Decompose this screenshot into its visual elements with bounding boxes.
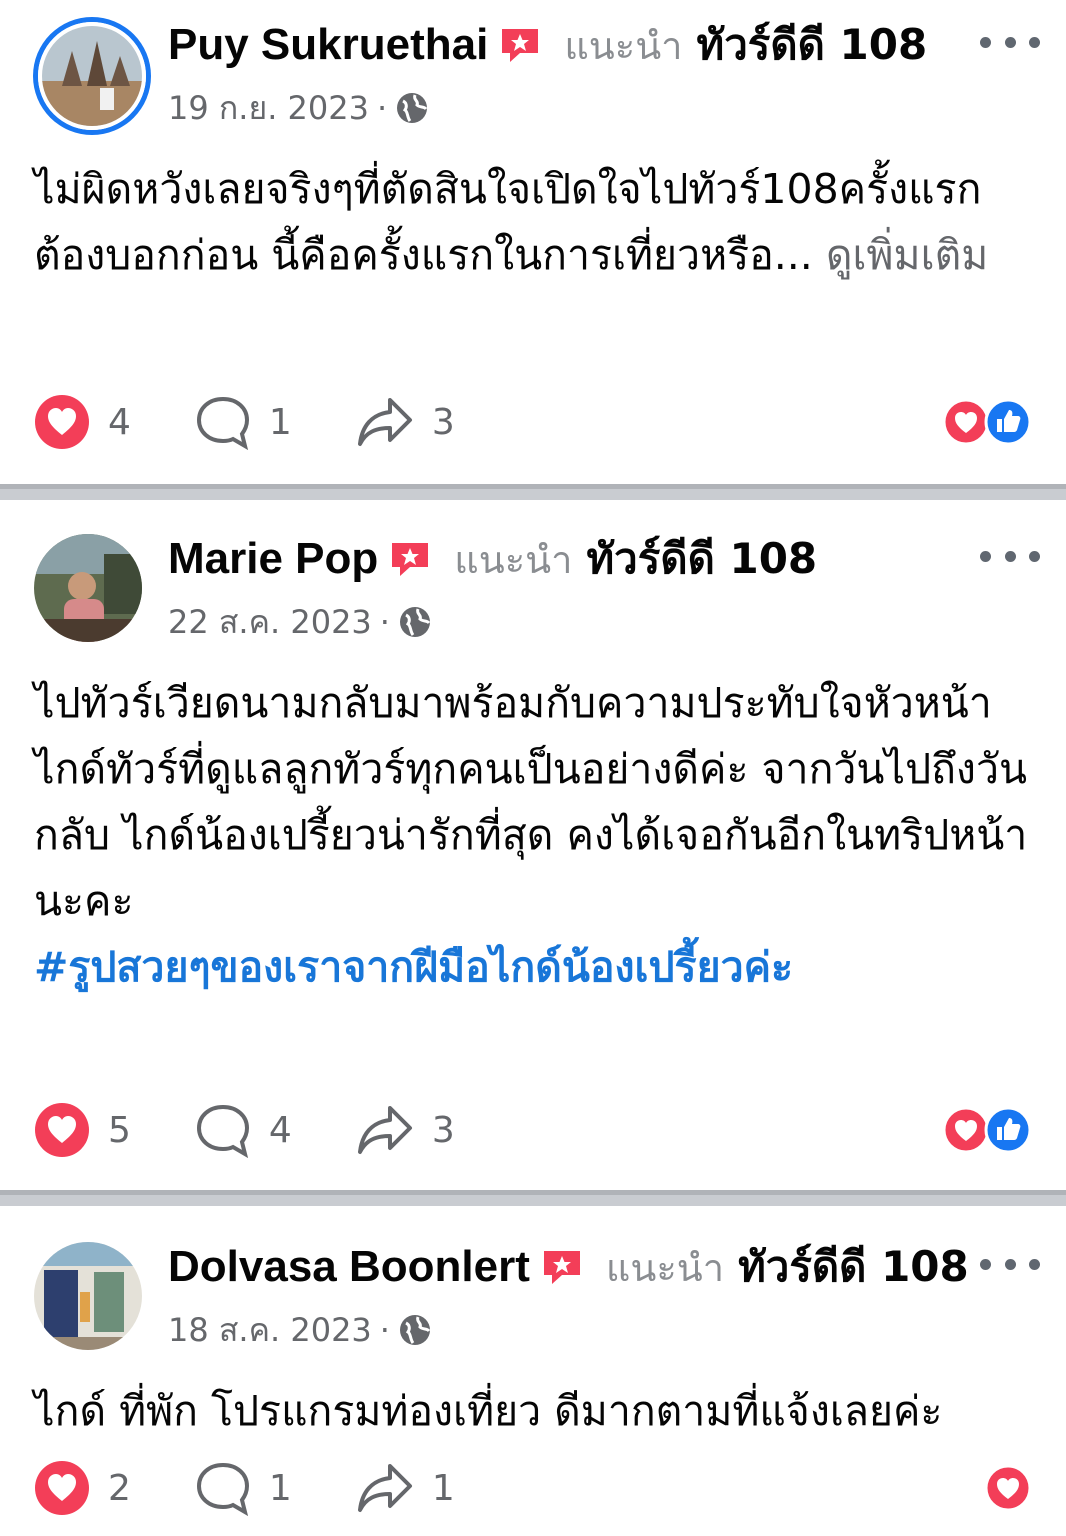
like-count: 4	[108, 401, 131, 443]
globe-icon	[397, 93, 428, 123]
page-name[interactable]: ทัวร์ดีดี 108	[697, 12, 928, 78]
love-reaction-icon	[942, 1106, 990, 1154]
meta-separator: ·	[379, 1311, 390, 1349]
meta-separator: ·	[376, 89, 388, 127]
more-icon[interactable]	[980, 546, 1040, 566]
author-name[interactable]: Marie Pop	[168, 534, 378, 584]
reaction-summary[interactable]	[942, 397, 1032, 447]
more-icon[interactable]	[980, 32, 1040, 52]
post-date[interactable]: 18 ส.ค. 2023	[168, 1305, 372, 1356]
comment-icon	[196, 1462, 249, 1516]
see-more-link[interactable]: ดูเพิ่มเติม	[826, 231, 988, 279]
comment-button[interactable]: 1	[195, 394, 292, 450]
post-divider	[0, 1190, 1066, 1206]
share-icon	[357, 1106, 412, 1154]
post-1: Puy Sukruethai แนะนำ ทัวร์ดีดี 108 19 ก.…	[0, 0, 1066, 484]
share-count: 1	[431, 1467, 455, 1509]
avatar[interactable]	[38, 22, 146, 130]
reaction-summary[interactable]	[984, 1463, 1032, 1513]
like-button[interactable]: 4	[34, 394, 131, 450]
love-reaction-icon	[984, 1464, 1032, 1512]
comment-count: 4	[268, 1109, 292, 1151]
post-date[interactable]: 22 ส.ค. 2023	[168, 597, 372, 648]
globe-icon	[399, 607, 431, 637]
comment-count: 1	[268, 1467, 292, 1509]
avatar[interactable]	[34, 534, 142, 642]
author-name[interactable]: Puy Sukruethai	[168, 20, 488, 70]
love-reaction-icon	[942, 398, 990, 446]
post-date[interactable]: 19 ก.ย. 2023	[168, 83, 369, 134]
share-count: 3	[431, 401, 455, 443]
avatar-photo	[42, 26, 142, 126]
avatar-photo	[34, 1242, 142, 1350]
meta-separator: ·	[379, 603, 390, 641]
share-button[interactable]: 1	[356, 1460, 455, 1516]
comment-button[interactable]: 1	[195, 1460, 292, 1516]
post-text: ไปทัวร์เวียดนามกลับมาพร้อมกับความประทับใ…	[34, 670, 1044, 1000]
avatar[interactable]	[34, 1242, 142, 1350]
reaction-summary[interactable]	[942, 1105, 1032, 1155]
post-2: Marie Pop แนะนำ ทัวร์ดีดี 108 22 ส.ค. 20…	[0, 500, 1066, 1190]
page-name[interactable]: ทัวร์ดีดี 108	[586, 526, 817, 592]
share-icon	[357, 398, 412, 446]
recommend-label: แนะนำ	[605, 1245, 725, 1290]
author-name[interactable]: Dolvasa Boonlert	[168, 1242, 530, 1292]
post-3: Dolvasa Boonlert แนะนำ ทัวร์ดีดี 108 18 …	[0, 1206, 1066, 1536]
like-button[interactable]: 5	[34, 1102, 131, 1158]
heart-icon	[35, 1461, 89, 1515]
like-reaction-icon	[984, 398, 1032, 446]
more-icon[interactable]	[980, 1254, 1040, 1274]
share-icon	[357, 1464, 412, 1512]
heart-icon	[35, 395, 89, 449]
heart-icon	[35, 1103, 89, 1157]
post-divider	[0, 484, 1066, 500]
recommend-label: แนะนำ	[564, 23, 683, 68]
hashtag-link[interactable]: #รูปสวยๆของเราจากฝีมือไกด์น้องเปรี้ยวค่ะ	[34, 934, 1044, 1000]
recommend-label: แนะนำ	[454, 537, 573, 582]
like-button[interactable]: 2	[34, 1460, 131, 1516]
comment-count: 1	[268, 401, 292, 443]
like-count: 5	[108, 1109, 131, 1151]
comment-button[interactable]: 4	[195, 1102, 292, 1158]
share-button[interactable]: 3	[356, 1102, 455, 1158]
recommend-badge-icon	[502, 29, 539, 62]
like-count: 2	[108, 1467, 131, 1509]
globe-icon	[399, 1315, 431, 1345]
recommend-badge-icon	[392, 543, 429, 576]
share-count: 3	[431, 1109, 455, 1151]
recommend-badge-icon	[543, 1251, 580, 1284]
share-button[interactable]: 3	[356, 394, 455, 450]
comment-icon	[196, 1104, 249, 1158]
post-text: ไม่ผิดหวังเลยจริงๆที่ตัดสินใจเปิดใจไปทัว…	[34, 165, 989, 279]
comment-icon	[196, 396, 249, 450]
page-name[interactable]: ทัวร์ดีดี 108	[738, 1234, 969, 1300]
like-reaction-icon	[984, 1106, 1032, 1154]
avatar-photo	[34, 534, 142, 642]
post-text: ไกด์ ที่พัก โปรแกรมท่องเที่ยว ดีมากตามที…	[34, 1387, 943, 1435]
